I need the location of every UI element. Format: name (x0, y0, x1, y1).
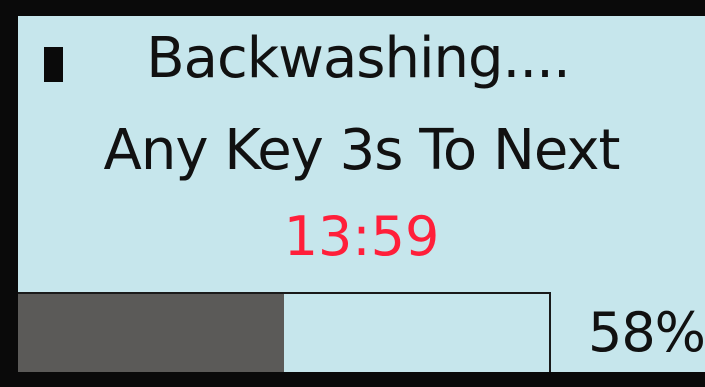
progress-bar (18, 292, 551, 372)
progress-percent: 58% (587, 301, 705, 364)
lcd-panel: Backwashing.... Any Key 3s To Next 13:59… (18, 16, 705, 372)
countdown-timer: 13:59 (283, 205, 440, 268)
status-title: Backwashing.... (146, 26, 571, 91)
next-step-hint: Any Key 3s To Next (103, 118, 621, 183)
progress-fill (18, 294, 284, 372)
display-frame: Backwashing.... Any Key 3s To Next 13:59… (0, 0, 705, 387)
